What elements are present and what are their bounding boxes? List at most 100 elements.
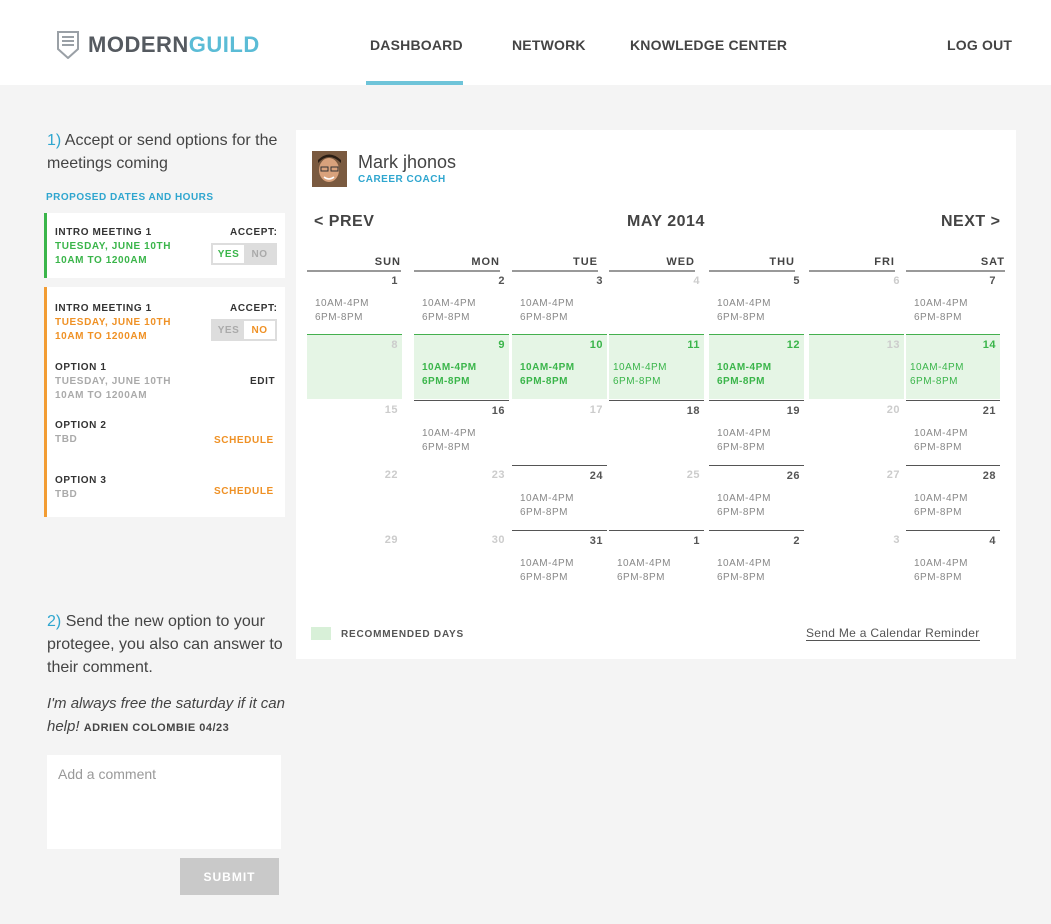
time-slot[interactable]: 6PM-8PM bbox=[520, 506, 574, 520]
next-month-button[interactable]: NEXT > bbox=[941, 213, 1000, 231]
nav-network[interactable]: NETWORK bbox=[512, 37, 586, 53]
time-slot[interactable]: 10AM-4PM bbox=[613, 361, 667, 375]
calendar-day-cell[interactable]: 13 bbox=[809, 334, 904, 399]
day-number: 11 bbox=[687, 339, 700, 351]
time-slot[interactable]: 10AM-4PM bbox=[520, 557, 574, 571]
toggle-no[interactable]: NO bbox=[244, 321, 275, 339]
time-slot[interactable]: 10AM-4PM bbox=[914, 427, 968, 441]
time-slot[interactable]: 6PM-8PM bbox=[914, 571, 968, 585]
prev-month-button[interactable]: < PREV bbox=[314, 213, 374, 231]
calendar-day-cell[interactable]: 4 10AM-4PM 6PM-8PM bbox=[906, 530, 1000, 595]
time-slot[interactable]: 6PM-8PM bbox=[520, 311, 574, 325]
calendar-day-cell[interactable]: 4 bbox=[609, 271, 704, 336]
time-slot[interactable]: 10AM-4PM bbox=[914, 557, 968, 571]
toggle-yes[interactable]: YES bbox=[213, 245, 244, 263]
submit-button[interactable]: SUBMIT bbox=[180, 858, 279, 895]
calendar-day-cell[interactable]: 2 10AM-4PM 6PM-8PM bbox=[414, 271, 509, 336]
time-slot[interactable]: 6PM-8PM bbox=[914, 506, 968, 520]
calendar-day-cell[interactable]: 31 10AM-4PM 6PM-8PM bbox=[512, 530, 607, 595]
time-slot[interactable]: 6PM-8PM bbox=[717, 571, 771, 585]
time-slot[interactable]: 6PM-8PM bbox=[422, 311, 476, 325]
calendar-day-cell[interactable]: 28 10AM-4PM 6PM-8PM bbox=[906, 465, 1000, 530]
option-1-edit-link[interactable]: EDIT bbox=[250, 376, 275, 387]
calendar-day-cell[interactable]: 11 10AM-4PM 6PM-8PM bbox=[609, 334, 704, 399]
calendar-day-cell[interactable]: 9 10AM-4PM 6PM-8PM bbox=[414, 334, 509, 399]
time-slot[interactable]: 6PM-8PM bbox=[914, 311, 968, 325]
time-slot[interactable]: 6PM-8PM bbox=[717, 311, 771, 325]
nav-knowledge-center[interactable]: KNOWLEDGE CENTER bbox=[630, 37, 787, 53]
time-slot[interactable]: 10AM-4PM bbox=[914, 297, 968, 311]
time-slot[interactable]: 6PM-8PM bbox=[717, 506, 771, 520]
avatar[interactable] bbox=[312, 151, 347, 187]
time-slot[interactable]: 10AM-4PM bbox=[520, 492, 574, 506]
calendar-day-cell[interactable]: 18 bbox=[609, 400, 704, 465]
calendar-day-cell[interactable]: 25 bbox=[609, 465, 704, 530]
time-slot[interactable]: 6PM-8PM bbox=[910, 375, 964, 389]
calendar-reminder-link[interactable]: Send Me a Calendar Reminder bbox=[806, 626, 980, 641]
option-1-time: 10AM TO 1200AM bbox=[55, 390, 148, 401]
time-slot[interactable]: 6PM-8PM bbox=[422, 441, 476, 455]
time-slot[interactable]: 6PM-8PM bbox=[520, 571, 574, 585]
time-slot[interactable]: 6PM-8PM bbox=[315, 311, 369, 325]
calendar-day-cell[interactable]: 14 10AM-4PM 6PM-8PM bbox=[906, 334, 1000, 399]
logo[interactable]: MODERNGUILD bbox=[57, 31, 260, 59]
time-slot[interactable]: 6PM-8PM bbox=[520, 375, 575, 389]
calendar-day-cell[interactable]: 26 10AM-4PM 6PM-8PM bbox=[709, 465, 804, 530]
time-slot[interactable]: 6PM-8PM bbox=[617, 571, 671, 585]
calendar-day-cell[interactable]: 24 10AM-4PM 6PM-8PM bbox=[512, 465, 607, 530]
time-slot[interactable]: 10AM-4PM bbox=[910, 361, 964, 375]
option-2-schedule-link[interactable]: SCHEDULE bbox=[214, 435, 274, 446]
calendar-day-cell[interactable]: 30 bbox=[414, 530, 509, 595]
time-slot[interactable]: 10AM-4PM bbox=[422, 427, 476, 441]
time-slot[interactable]: 6PM-8PM bbox=[717, 375, 772, 389]
calendar-day-cell[interactable]: 21 10AM-4PM 6PM-8PM bbox=[906, 400, 1000, 465]
calendar-day-cell[interactable]: 27 bbox=[809, 465, 904, 530]
calendar-day-cell[interactable]: 2 10AM-4PM 6PM-8PM bbox=[709, 530, 804, 595]
time-slot[interactable]: 6PM-8PM bbox=[613, 375, 667, 389]
time-slot[interactable]: 10AM-4PM bbox=[315, 297, 369, 311]
time-slot[interactable]: 10AM-4PM bbox=[717, 297, 771, 311]
time-slot[interactable]: 10AM-4PM bbox=[717, 557, 771, 571]
toggle-yes[interactable]: YES bbox=[213, 321, 244, 339]
accept-toggle[interactable]: YES NO bbox=[211, 243, 277, 265]
day-number: 21 bbox=[982, 405, 996, 417]
time-slot[interactable]: 10AM-4PM bbox=[717, 492, 771, 506]
time-slot[interactable]: 6PM-8PM bbox=[717, 441, 771, 455]
calendar-day-cell[interactable]: 16 10AM-4PM 6PM-8PM bbox=[414, 400, 509, 465]
calendar-day-cell[interactable]: 22 bbox=[307, 465, 402, 530]
calendar-day-cell[interactable]: 20 bbox=[809, 400, 904, 465]
calendar-day-cell[interactable]: 1 10AM-4PM 6PM-8PM bbox=[307, 271, 402, 336]
time-slot[interactable]: 10AM-4PM bbox=[914, 492, 968, 506]
time-slot[interactable]: 10AM-4PM bbox=[520, 297, 574, 311]
time-slot[interactable]: 10AM-4PM bbox=[617, 557, 671, 571]
calendar-day-cell[interactable]: 29 bbox=[307, 530, 402, 595]
comment-input[interactable] bbox=[47, 755, 281, 849]
time-slots: 10AM-4PM 6PM-8PM bbox=[315, 297, 369, 325]
nav-dashboard[interactable]: DASHBOARD bbox=[370, 37, 463, 53]
time-slot[interactable]: 6PM-8PM bbox=[422, 375, 477, 389]
calendar-day-cell[interactable]: 5 10AM-4PM 6PM-8PM bbox=[709, 271, 804, 336]
calendar-day-cell[interactable]: 12 10AM-4PM 6PM-8PM bbox=[709, 334, 804, 399]
option-3-schedule-link[interactable]: SCHEDULE bbox=[214, 486, 274, 497]
time-slot[interactable]: 10AM-4PM bbox=[717, 361, 772, 375]
time-slot[interactable]: 10AM-4PM bbox=[422, 361, 477, 375]
calendar-day-cell[interactable]: 3 bbox=[809, 530, 904, 595]
calendar-day-cell[interactable]: 23 bbox=[414, 465, 509, 530]
calendar-day-cell[interactable]: 17 bbox=[512, 400, 607, 465]
calendar-day-cell[interactable]: 15 bbox=[307, 400, 402, 465]
time-slot[interactable]: 6PM-8PM bbox=[914, 441, 968, 455]
dow-fri: FRI bbox=[809, 256, 895, 272]
time-slot[interactable]: 10AM-4PM bbox=[717, 427, 771, 441]
accept-toggle[interactable]: YES NO bbox=[211, 319, 277, 341]
toggle-no[interactable]: NO bbox=[244, 245, 275, 263]
calendar-day-cell[interactable]: 1 10AM-4PM 6PM-8PM bbox=[609, 530, 704, 595]
calendar-day-cell[interactable]: 8 bbox=[307, 334, 402, 399]
calendar-day-cell[interactable]: 10 10AM-4PM 6PM-8PM bbox=[512, 334, 607, 399]
calendar-day-cell[interactable]: 7 10AM-4PM 6PM-8PM bbox=[906, 271, 1000, 336]
calendar-day-cell[interactable]: 3 10AM-4PM 6PM-8PM bbox=[512, 271, 607, 336]
nav-logout[interactable]: LOG OUT bbox=[947, 37, 1012, 53]
calendar-day-cell[interactable]: 19 10AM-4PM 6PM-8PM bbox=[709, 400, 804, 465]
time-slot[interactable]: 10AM-4PM bbox=[422, 297, 476, 311]
time-slot[interactable]: 10AM-4PM bbox=[520, 361, 575, 375]
calendar-day-cell[interactable]: 6 bbox=[809, 271, 904, 336]
